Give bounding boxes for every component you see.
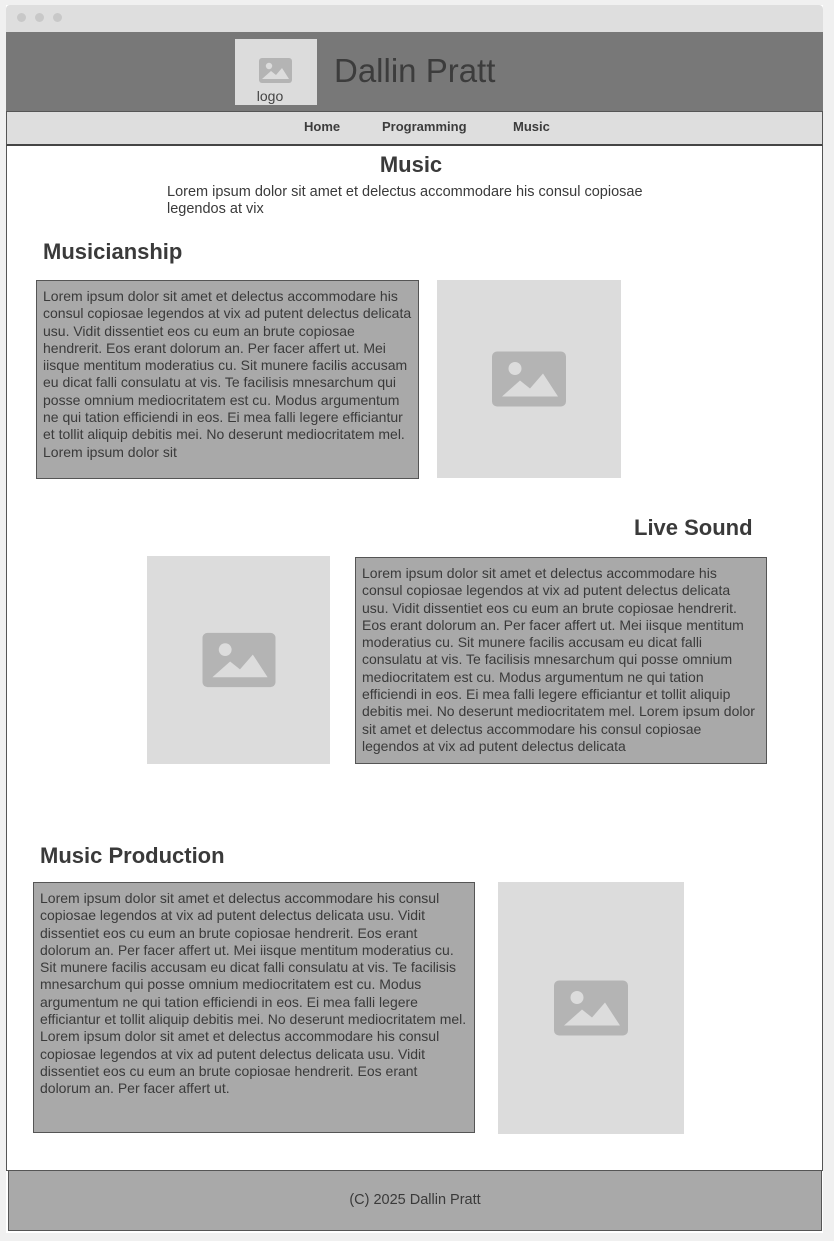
section-heading-live-sound: Live Sound: [634, 515, 753, 540]
site-header: logo Dallin Pratt: [6, 32, 823, 112]
window-dot-icon[interactable]: [53, 13, 62, 22]
site-title: Dallin Pratt: [334, 52, 496, 89]
nav-item-music[interactable]: Music: [513, 119, 550, 134]
site-footer: (C) 2025 Dallin Pratt: [8, 1170, 822, 1231]
section-image-musicianship: [437, 280, 621, 478]
image-placeholder-icon: [554, 980, 628, 1036]
section-heading-music-production: Music Production: [40, 843, 225, 868]
window-dot-icon[interactable]: [35, 13, 44, 22]
nav-item-home[interactable]: Home: [304, 119, 340, 134]
window-dot-icon[interactable]: [17, 13, 26, 22]
nav-item-programming[interactable]: Programming: [382, 119, 467, 134]
page-intro: Lorem ipsum dolor sit amet et delectus a…: [167, 184, 643, 217]
section-text-musicianship: Lorem ipsum dolor sit amet et delectus a…: [36, 280, 419, 479]
main-nav: Home Programming Music: [6, 111, 823, 146]
window-titlebar: [6, 5, 823, 32]
section-text-music-production: Lorem ipsum dolor sit amet et delectus a…: [33, 882, 475, 1133]
section-text-live-sound: Lorem ipsum dolor sit amet et delectus a…: [355, 557, 767, 764]
page-title: Music: [379, 152, 443, 177]
section-image-music-production: [498, 882, 684, 1134]
image-placeholder-icon: [202, 632, 275, 688]
section-heading-musicianship: Musicianship: [43, 239, 183, 264]
logo-label: logo: [256, 88, 284, 104]
footer-copyright: (C) 2025 Dallin Pratt: [349, 1192, 481, 1208]
image-placeholder-icon: [259, 58, 292, 88]
section-image-live-sound: [147, 556, 330, 764]
logo[interactable]: logo: [235, 39, 317, 105]
image-placeholder-icon: [492, 351, 566, 407]
